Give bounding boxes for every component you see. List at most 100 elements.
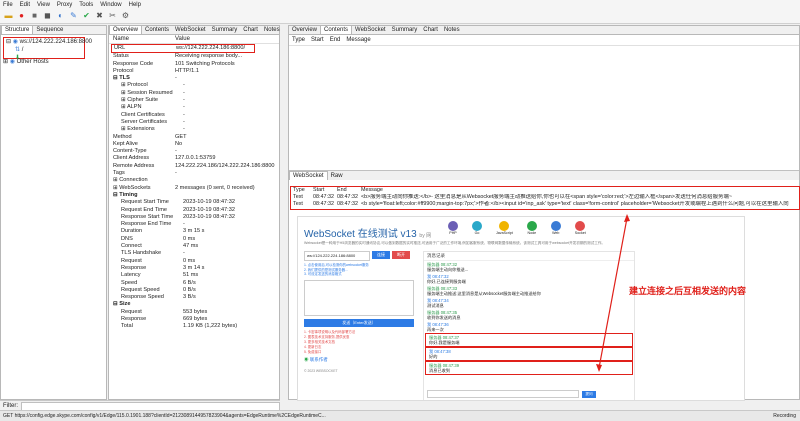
property-row[interactable]: Request Start Time 2023-10-19 08:47:32 — [113, 199, 279, 206]
tab-websocket[interactable]: WebSocket — [352, 26, 389, 34]
property-row[interactable]: ⊟ TLS - — [113, 75, 279, 82]
collapse-icon[interactable]: ⊟ — [6, 39, 11, 45]
tab-contents[interactable]: Contents — [320, 25, 353, 34]
property-row[interactable]: Protocol HTTP/1.1 — [113, 68, 279, 75]
property-row[interactable]: URL ws://124.222.224.186:8800/ — [111, 44, 255, 54]
tab-notes[interactable]: Notes — [441, 26, 463, 34]
property-row[interactable]: Total 1.19 KB (1,222 bytes) — [113, 323, 279, 330]
name-column-header[interactable]: Name — [113, 35, 175, 43]
property-row[interactable]: Response Start Time 2023-10-19 08:47:32 — [113, 214, 279, 221]
property-row[interactable]: Status Receiving response body... — [113, 53, 279, 60]
end-column[interactable]: End — [330, 35, 341, 45]
message-row[interactable]: Text 08:47:32 08:47:32 <b>服务端主动向你推送:</b>- 这… — [291, 194, 799, 201]
property-row[interactable]: Response End Time - — [113, 221, 279, 228]
property-row[interactable]: Server Certificates - — [113, 119, 279, 126]
language-icon-node[interactable]: Node — [526, 221, 537, 235]
tab-chart[interactable]: Chart — [420, 26, 441, 34]
menu-edit[interactable]: Edit — [20, 2, 30, 8]
tab-overview[interactable]: Overview — [109, 25, 143, 34]
property-row[interactable]: Request Speed 0 B/s — [113, 287, 279, 294]
property-row[interactable]: ⊞ Extensions - — [113, 126, 279, 133]
disconnect-button[interactable]: 断开 — [392, 251, 410, 259]
property-row[interactable]: ⊞ Protocol - — [113, 82, 279, 89]
property-row[interactable]: Kept Alive No — [113, 141, 279, 148]
ask-input[interactable] — [427, 390, 579, 398]
property-row[interactable]: Content-Type - — [113, 148, 279, 155]
tab-summary[interactable]: Summary — [209, 26, 241, 34]
tab-websocket[interactable]: WebSocket — [172, 26, 209, 34]
tree-item-host[interactable]: ⊟ ◉ ws://124.222.224.186:8800 — [4, 38, 92, 46]
property-row[interactable]: Duration 3 m 15 s — [113, 228, 279, 235]
property-row[interactable]: ⊟ Size — [113, 301, 279, 308]
record-icon[interactable]: ● — [17, 12, 26, 21]
property-row[interactable]: Remote Address 124.222.224.186/124.222.22… — [113, 163, 279, 170]
connect-button[interactable]: 连接 — [372, 251, 390, 259]
language-icon-php[interactable]: PHP — [448, 221, 458, 235]
property-row[interactable]: Request 0 ms — [113, 258, 279, 265]
property-row[interactable]: Response Speed 3 B/s — [113, 294, 279, 301]
property-row[interactable]: Request End Time 2023-10-19 08:47:32 — [113, 207, 279, 214]
settings-icon[interactable]: ✖ — [95, 12, 104, 21]
property-row[interactable]: Client Address 127.0.0.1:53759 — [113, 155, 279, 162]
type-column[interactable]: Type — [292, 35, 305, 45]
tree-item-path[interactable]: ⇅ / — [4, 46, 84, 54]
property-row[interactable]: DNS 0 ms — [113, 236, 279, 243]
clear-icon[interactable]: ◼ — [43, 12, 52, 21]
gear-icon[interactable]: ⚙ — [121, 12, 130, 21]
trash-icon[interactable]: ✂ — [108, 12, 117, 21]
language-icon-web[interactable]: Web — [550, 221, 561, 235]
folder-icon[interactable]: ▬ — [4, 12, 13, 21]
tab-raw[interactable]: Raw — [328, 172, 346, 180]
check-icon[interactable]: ✔ — [82, 12, 91, 21]
property-row[interactable]: ⊞ ALPN - — [113, 104, 279, 111]
language-icon-socket[interactable]: Socket — [575, 221, 586, 235]
tab-summary[interactable]: Summary — [389, 26, 421, 34]
tab-chart[interactable]: Chart — [240, 26, 261, 34]
stop-icon[interactable]: ■ — [30, 12, 39, 21]
doc-link[interactable]: 5. 免费接口 — [304, 350, 418, 355]
language-icon-javascript[interactable]: JavaScript — [496, 221, 513, 235]
tab-websocket[interactable]: WebSocket — [289, 171, 328, 180]
menu-proxy[interactable]: Proxy — [57, 2, 72, 8]
pause-icon[interactable]: ◐ — [56, 12, 65, 21]
tab-structure[interactable]: Structure — [1, 25, 34, 34]
property-row[interactable]: Request 553 bytes — [113, 309, 279, 316]
property-row[interactable]: Response 3 m 14 s — [113, 265, 279, 272]
menu-window[interactable]: Window — [100, 2, 121, 8]
message-textarea[interactable] — [304, 279, 414, 316]
ask-button[interactable]: 提问 — [582, 391, 596, 398]
ws-url-input[interactable]: ws://124.222.224.186:8800 — [304, 251, 370, 261]
message-row[interactable]: Text 08:47:32 08:47:32 <b style='float:left… — [291, 201, 799, 208]
property-row[interactable]: ⊞ Session Resumed - — [113, 90, 279, 97]
start-column[interactable]: Start — [311, 35, 324, 45]
tree-item-other-hosts[interactable]: ⊞ ◉ Other Hosts — [3, 58, 49, 66]
expand-icon[interactable]: ⊞ — [3, 59, 8, 65]
property-row[interactable]: TLS Handshake - — [113, 250, 279, 257]
msg-message-header[interactable]: Message — [361, 187, 383, 194]
menu-view[interactable]: View — [37, 2, 50, 8]
menu-help[interactable]: Help — [129, 2, 141, 8]
tab-sequence[interactable]: Sequence — [33, 26, 66, 34]
msg-end-header[interactable]: End — [337, 187, 361, 194]
msg-type-header[interactable]: Type — [293, 187, 313, 194]
send-button[interactable]: 发送（Enter发送） — [304, 318, 414, 327]
property-row[interactable]: Method GET — [113, 134, 279, 141]
message-column[interactable]: Message — [346, 35, 370, 45]
tab-overview[interactable]: Overview — [289, 26, 320, 34]
contact-author-link[interactable]: ◉ 联系作者 — [304, 357, 418, 363]
tab-notes[interactable]: Notes — [261, 26, 283, 34]
property-row[interactable]: ⊞ Connection — [113, 177, 279, 184]
language-icon-go[interactable]: Go — [472, 221, 482, 235]
msg-start-header[interactable]: Start — [313, 187, 337, 194]
tab-contents[interactable]: Contents — [142, 26, 172, 34]
property-row[interactable]: Client Certificates - — [113, 112, 279, 119]
property-row[interactable]: Response 669 bytes — [113, 316, 279, 323]
menu-file[interactable]: File — [3, 2, 13, 8]
property-row[interactable]: Connect 47 ms — [113, 243, 279, 250]
property-row[interactable]: Tags - — [113, 170, 279, 177]
property-row[interactable]: ⊞ WebSockets 2 messages (0 sent, 0 receiv… — [113, 185, 279, 192]
menu-tools[interactable]: Tools — [79, 2, 93, 8]
pen-icon[interactable]: ✎ — [69, 12, 78, 21]
property-row[interactable]: Speed 6 B/s — [113, 280, 279, 287]
value-column-header[interactable]: Value — [175, 35, 190, 43]
